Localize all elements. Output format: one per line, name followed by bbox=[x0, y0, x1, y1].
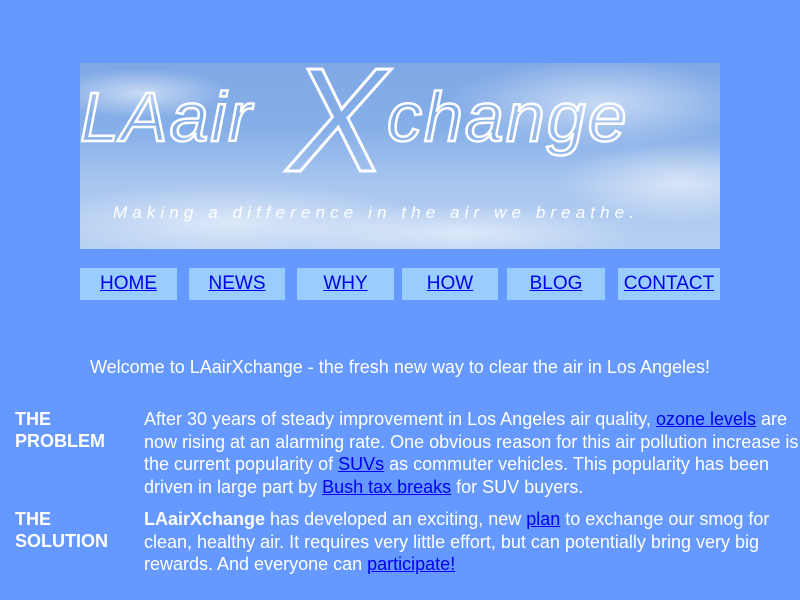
header-banner: X LAair change Making a difference in th… bbox=[80, 63, 720, 249]
ozone-levels-link[interactable]: ozone levels bbox=[656, 409, 756, 429]
solution-text-1: has developed an exciting, new bbox=[265, 509, 527, 529]
bush-tax-breaks-link[interactable]: Bush tax breaks bbox=[322, 477, 451, 497]
nav-blog-link[interactable]: BLOG bbox=[507, 268, 605, 300]
logo-suffix: change bbox=[387, 78, 629, 156]
nav-news-link[interactable]: NEWS bbox=[189, 268, 285, 300]
problem-text: After 30 years of steady improvement in … bbox=[144, 408, 800, 498]
suvs-link[interactable]: SUVs bbox=[338, 454, 384, 474]
site-logo: X LAair change bbox=[80, 63, 629, 205]
plan-link[interactable]: plan bbox=[526, 509, 560, 529]
solution-heading-line2: SOLUTION bbox=[15, 531, 108, 551]
solution-heading-line1: THE bbox=[15, 509, 51, 529]
logo-prefix: LAair bbox=[80, 78, 254, 156]
problem-heading: THE PROBLEM bbox=[15, 408, 135, 452]
welcome-message: Welcome to LAairXchange - the fresh new … bbox=[90, 357, 710, 377]
problem-text-4: for SUV buyers. bbox=[451, 476, 584, 497]
nav-how-link[interactable]: HOW bbox=[402, 268, 498, 300]
nav-contact-link[interactable]: CONTACT bbox=[618, 268, 720, 300]
nav-home-link[interactable]: HOME bbox=[80, 268, 177, 300]
solution-heading: THE SOLUTION bbox=[15, 508, 135, 552]
main-nav: HOME NEWS WHY HOW BLOG CONTACT bbox=[0, 268, 800, 300]
logo-x-letter: X bbox=[285, 63, 392, 203]
banner-tagline: Making a difference in the air we breath… bbox=[113, 203, 640, 222]
solution-brand-name: LAairXchange bbox=[144, 509, 266, 529]
problem-heading-line2: PROBLEM bbox=[15, 431, 105, 451]
problem-text-1: After 30 years of steady improvement in … bbox=[144, 409, 656, 429]
participate-link[interactable]: participate! bbox=[367, 554, 455, 574]
nav-why-link[interactable]: WHY bbox=[297, 268, 394, 300]
problem-heading-line1: THE bbox=[15, 409, 51, 429]
solution-text: LAairXchange has developed an exciting, … bbox=[144, 508, 800, 576]
